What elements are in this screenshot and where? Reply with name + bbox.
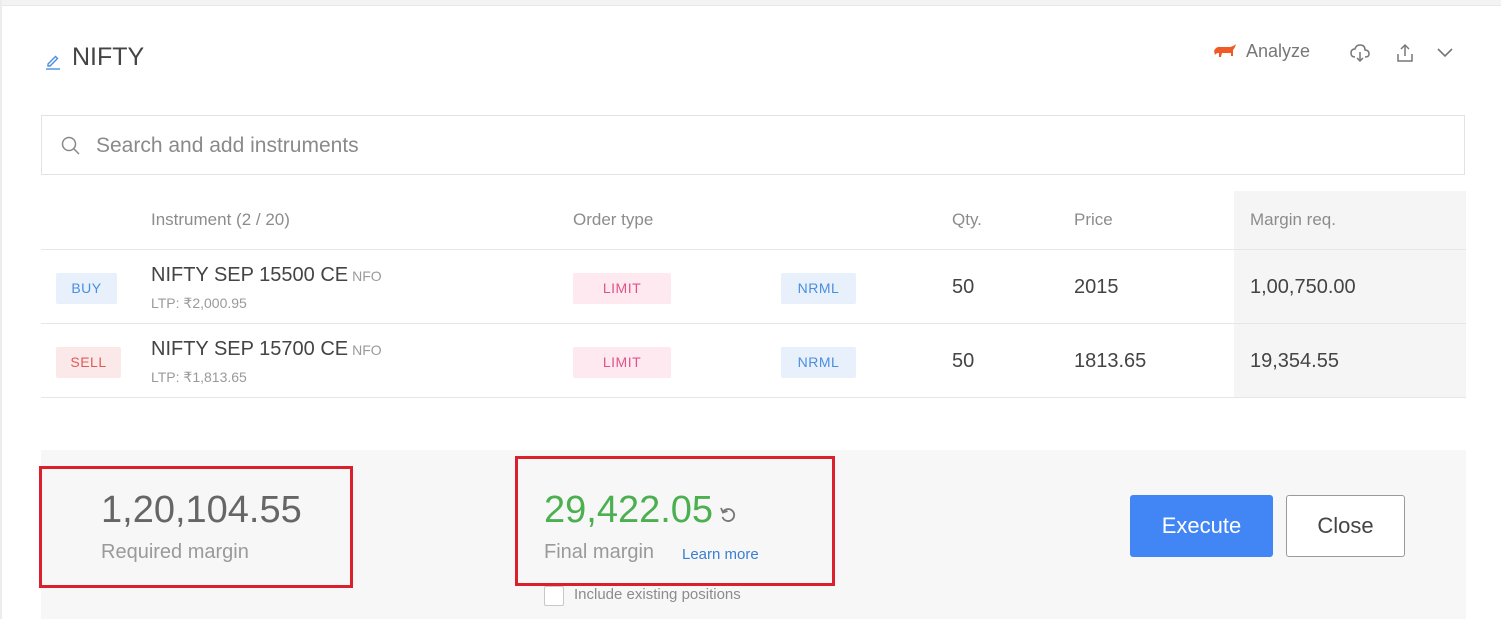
chevron-down-icon[interactable]	[1434, 42, 1456, 64]
product-badge[interactable]: NRML	[781, 273, 856, 304]
row-divider	[41, 323, 1466, 324]
order-type-badge[interactable]: LIMIT	[573, 347, 671, 378]
side-badge-sell[interactable]: SELL	[56, 347, 121, 378]
header-instrument: Instrument (2 / 20)	[151, 210, 290, 229]
execute-button[interactable]: Execute	[1130, 495, 1273, 557]
row-divider	[41, 249, 1466, 250]
header-order-type: Order type	[573, 210, 654, 229]
instrument-search[interactable]	[41, 115, 1465, 175]
header-price: Price	[1074, 210, 1113, 229]
required-margin-value: 1,20,104.55	[101, 489, 302, 531]
final-margin-value: 29,422.05	[544, 489, 714, 531]
qty-value: 50	[952, 276, 975, 298]
download-icon[interactable]	[1349, 42, 1371, 64]
instrument-name[interactable]: NIFTY SEP 15700 CE NFO	[151, 338, 382, 361]
top-strip	[0, 0, 1501, 6]
ltp-value: LTP: ₹1,813.65	[151, 369, 247, 385]
side-badge-buy[interactable]: BUY	[56, 273, 117, 304]
margin-value: 1,00,750.00	[1250, 276, 1356, 298]
search-input[interactable]	[94, 128, 1398, 164]
header-margin: Margin req.	[1250, 210, 1336, 229]
instrument-symbol: NIFTY SEP 15500 CE	[151, 264, 349, 286]
include-existing-checkbox[interactable]	[544, 586, 564, 606]
instrument-symbol: NIFTY SEP 15700 CE	[151, 338, 349, 360]
search-icon	[61, 136, 80, 155]
header-qty: Qty.	[952, 210, 982, 229]
price-value: 1813.65	[1074, 350, 1147, 372]
ltp-value: LTP: ₹2,000.95	[151, 295, 247, 311]
exchange-label: NFO	[352, 268, 382, 284]
include-existing-label[interactable]: Include existing positions	[574, 586, 741, 603]
analyze-label: Analyze	[1246, 41, 1311, 61]
product-badge[interactable]: NRML	[781, 347, 856, 378]
row-divider	[41, 397, 1466, 398]
upload-icon[interactable]	[1394, 42, 1416, 64]
refresh-icon[interactable]	[718, 505, 738, 525]
left-edge	[0, 0, 2, 619]
exchange-label: NFO	[352, 342, 382, 358]
margin-value: 19,354.55	[1250, 350, 1339, 372]
order-type-badge[interactable]: LIMIT	[573, 273, 671, 304]
qty-value: 50	[952, 350, 975, 372]
close-button[interactable]: Close	[1286, 495, 1405, 557]
edit-icon[interactable]	[44, 52, 62, 70]
price-value: 2015	[1074, 276, 1119, 298]
bull-icon	[1214, 43, 1236, 57]
required-margin-label: Required margin	[101, 541, 249, 563]
final-margin-label: Final margin	[544, 541, 655, 563]
instrument-name[interactable]: NIFTY SEP 15500 CE NFO	[151, 264, 382, 287]
analyze-button[interactable]: Analyze	[1212, 41, 1310, 62]
basket-title: NIFTY	[72, 43, 145, 71]
learn-more-link[interactable]: Learn more	[682, 546, 759, 563]
